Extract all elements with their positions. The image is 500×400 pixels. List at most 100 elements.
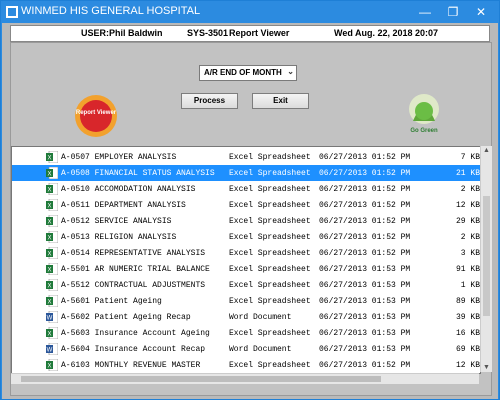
- file-name: A-0512 SERVICE ANALYSIS: [61, 217, 171, 226]
- system-code: SYS-3501: [187, 28, 229, 38]
- logo-text-report: Report Viewer: [76, 110, 117, 116]
- list-item[interactable]: X A-5601 Patient Ageing Excel Spreadsheet 0…: [12, 293, 480, 309]
- list-item[interactable]: X A-5603 Insurance Account Ageing Excel Sp…: [12, 325, 480, 341]
- client-area: USER:Phil Baldwin SYS-3501 Report Viewer…: [2, 23, 498, 399]
- report-file-list[interactable]: X A-0507 EMPLOYER ANALYSIS Excel Spreadshe…: [11, 146, 481, 374]
- file-title: DEPARTMENT ANALYSIS: [94, 201, 186, 210]
- file-size: 2 KB: [460, 233, 480, 242]
- file-type: Word Document: [229, 345, 292, 354]
- file-size: 39 KB: [455, 313, 480, 322]
- file-type: Word Document: [229, 313, 292, 322]
- file-code: A-0511: [61, 201, 90, 210]
- maximize-button[interactable]: ❐: [439, 1, 467, 23]
- file-code: A-0508: [61, 169, 90, 178]
- file-code: A-0510: [61, 185, 90, 194]
- file-size: 2 KB: [460, 185, 480, 194]
- chevron-down-icon: ⌄: [287, 67, 294, 76]
- file-size: 21 KB: [455, 169, 480, 178]
- excel-icon: X: [46, 167, 58, 179]
- file-date: 06/27/2013 01:52 PM: [319, 169, 411, 178]
- list-item[interactable]: X A-0514 REPRESENTATIVE ANALYSIS Excel Spr…: [12, 245, 480, 261]
- horizontal-scroll-thumb[interactable]: [21, 376, 381, 382]
- horizontal-scrollbar[interactable]: [11, 373, 479, 384]
- file-code: A-5604: [61, 345, 90, 354]
- list-item[interactable]: W A-5604 Insurance Account Recap Word Docu…: [12, 341, 480, 357]
- file-code: A-6103: [61, 361, 90, 370]
- file-date: 06/27/2013 01:52 PM: [319, 217, 411, 226]
- file-type: Excel Spreadsheet: [229, 153, 311, 162]
- file-title: RELIGION ANALYSIS: [94, 233, 177, 242]
- file-size: 1 KB: [460, 281, 480, 290]
- logo-text-gogreen: Go Green: [410, 128, 438, 134]
- list-item[interactable]: X A-0510 ACCOMODATION ANALYSIS Excel Sprea…: [12, 181, 480, 197]
- file-title: Insurance Account Recap: [94, 345, 206, 354]
- file-title: SERVICE ANALYSIS: [94, 217, 172, 226]
- list-item[interactable]: X A-5501 AR NUMERIC TRIAL BALANCE Excel Sp…: [12, 261, 480, 277]
- vertical-scroll-thumb[interactable]: [483, 196, 490, 316]
- list-item[interactable]: X A-0513 RELIGION ANALYSIS Excel Spreadshe…: [12, 229, 480, 245]
- file-name: A-0511 DEPARTMENT ANALYSIS: [61, 201, 186, 210]
- svg-text:X: X: [47, 300, 51, 306]
- svg-text:X: X: [47, 364, 51, 370]
- list-item[interactable]: X A-0511 DEPARTMENT ANALYSIS Excel Spreads…: [12, 197, 480, 213]
- vertical-scrollbar[interactable]: ▲ ▼: [480, 146, 492, 372]
- list-item[interactable]: X A-0508 FINANCIAL STATUS ANALYSIS Excel S…: [12, 165, 480, 181]
- go-green-logo: Go Green: [409, 94, 439, 134]
- list-item[interactable]: X A-6103 MONTHLY REVENUE MASTER Excel Spre…: [12, 357, 480, 373]
- datetime-label: Wed Aug. 22, 2018 20:07: [334, 28, 439, 38]
- scroll-up-icon[interactable]: ▲: [483, 147, 490, 154]
- file-size: 29 KB: [455, 217, 480, 226]
- word-icon: W: [46, 343, 58, 355]
- file-size: 91 KB: [455, 265, 480, 274]
- file-type: Excel Spreadsheet: [229, 297, 311, 306]
- file-type: Excel Spreadsheet: [229, 249, 311, 258]
- close-button[interactable]: ✕: [467, 1, 495, 23]
- file-title: REPRESENTATIVE ANALYSIS: [94, 249, 206, 258]
- file-size: 12 KB: [455, 201, 480, 210]
- excel-icon: X: [46, 183, 58, 195]
- report-type-select[interactable]: A/R END OF MONTH ⌄: [199, 65, 297, 81]
- file-title: Patient Ageing Recap: [94, 313, 191, 322]
- list-item[interactable]: X A-0512 SERVICE ANALYSIS Excel Spreadshee…: [12, 213, 480, 229]
- file-size: 89 KB: [455, 297, 480, 306]
- report-viewer-logo: Report Viewer: [75, 95, 117, 137]
- excel-icon: X: [46, 279, 58, 291]
- scroll-down-icon[interactable]: ▼: [483, 364, 490, 371]
- list-item[interactable]: X A-5512 CONTRACTUAL ADJUSTMENTS Excel Spr…: [12, 277, 480, 293]
- file-name: A-0510 ACCOMODATION ANALYSIS: [61, 185, 195, 194]
- list-item[interactable]: W A-5602 Patient Ageing Recap Word Documen…: [12, 309, 480, 325]
- file-date: 06/27/2013 01:52 PM: [319, 361, 411, 370]
- user-info-bar: USER:Phil Baldwin SYS-3501 Report Viewer…: [10, 25, 490, 42]
- file-code: A-0512: [61, 217, 90, 226]
- svg-text:X: X: [47, 204, 51, 210]
- list-item[interactable]: X A-0507 EMPLOYER ANALYSIS Excel Spreadshe…: [12, 149, 480, 165]
- svg-text:X: X: [47, 188, 51, 194]
- excel-icon: X: [46, 151, 58, 163]
- svg-text:W: W: [47, 348, 53, 354]
- file-date: 06/27/2013 01:52 PM: [319, 201, 411, 210]
- svg-text:X: X: [47, 284, 51, 290]
- report-panel: Report Viewer A/R END OF MONTH ⌄ Process…: [10, 42, 492, 396]
- file-size: 12 KB: [455, 361, 480, 370]
- app-icon: [6, 6, 18, 18]
- user-label: USER:Phil Baldwin: [81, 28, 163, 38]
- svg-text:X: X: [47, 156, 51, 162]
- minimize-button[interactable]: —: [411, 1, 439, 23]
- file-name: A-5501 AR NUMERIC TRIAL BALANCE: [61, 265, 210, 274]
- excel-icon: X: [46, 231, 58, 243]
- file-size: 69 KB: [455, 345, 480, 354]
- file-name: A-5601 Patient Ageing: [61, 297, 162, 306]
- report-type-value: A/R END OF MONTH: [204, 68, 282, 77]
- file-type: Excel Spreadsheet: [229, 233, 311, 242]
- file-title: EMPLOYER ANALYSIS: [94, 153, 177, 162]
- file-type: Excel Spreadsheet: [229, 217, 311, 226]
- svg-text:X: X: [47, 252, 51, 258]
- file-name: A-5603 Insurance Account Ageing: [61, 329, 210, 338]
- file-name: A-5602 Patient Ageing Recap: [61, 313, 191, 322]
- file-date: 06/27/2013 01:52 PM: [319, 153, 411, 162]
- title-bar[interactable]: WINMED HIS GENERAL HOSPITAL — ❐ ✕: [1, 1, 499, 23]
- excel-icon: X: [46, 327, 58, 339]
- svg-text:W: W: [47, 316, 53, 322]
- process-button[interactable]: Process: [181, 93, 238, 109]
- exit-button[interactable]: Exit: [252, 93, 309, 109]
